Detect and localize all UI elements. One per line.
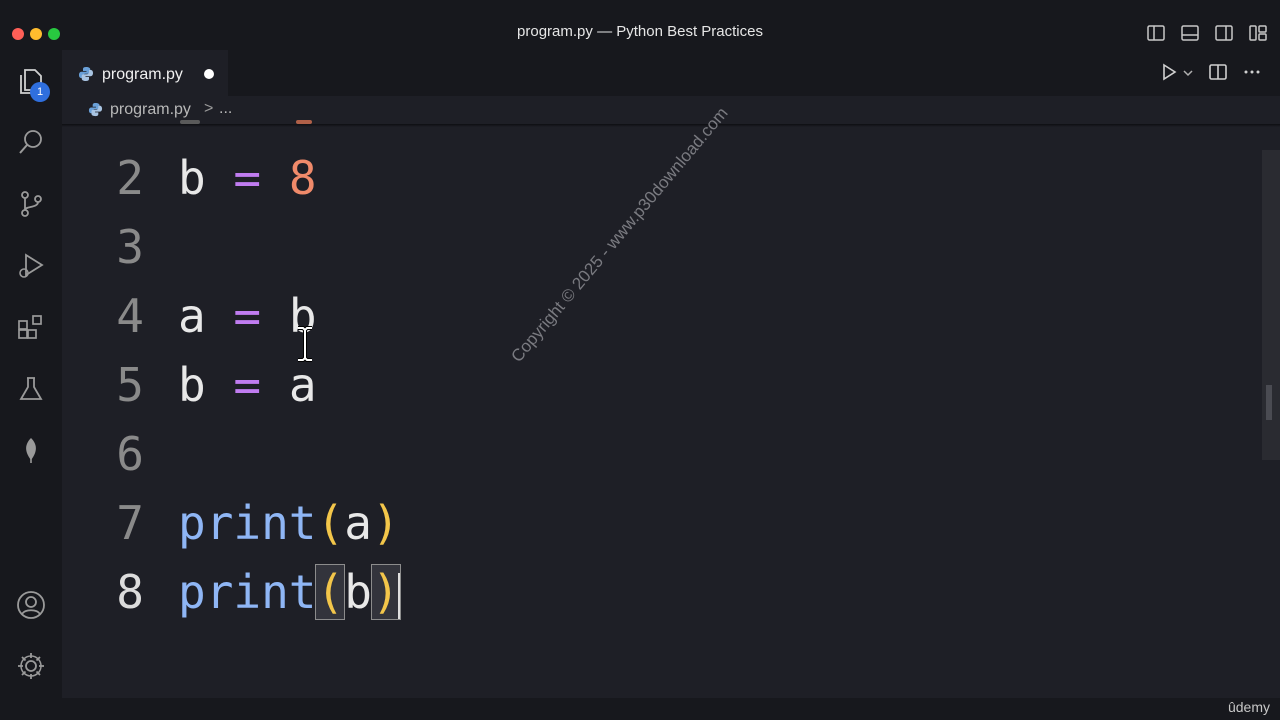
more-actions-icon[interactable] <box>1242 62 1262 87</box>
unsaved-dot-icon[interactable] <box>204 69 214 79</box>
account-icon[interactable] <box>14 588 48 622</box>
activity-bar <box>0 50 62 700</box>
line-number: 7 <box>116 496 144 550</box>
python-file-icon <box>78 66 94 87</box>
run-python-file-icon[interactable] <box>1160 63 1178 86</box>
run-debug-icon[interactable] <box>14 248 48 282</box>
leaf-icon[interactable] <box>14 433 48 467</box>
code-token: print <box>178 565 317 619</box>
code-token: 8 <box>288 151 317 205</box>
line-number: 5 <box>116 358 144 412</box>
code-line[interactable]: 5b = a <box>62 357 1262 413</box>
customize-layout-icon[interactable] <box>1248 23 1268 43</box>
code-token: print <box>178 496 317 550</box>
search-icon[interactable] <box>14 125 48 159</box>
split-editor-icon[interactable] <box>1208 62 1228 87</box>
breadcrumb-file[interactable]: program.py <box>110 101 191 119</box>
code-token: ( <box>315 564 346 620</box>
code-token: b <box>178 151 206 205</box>
run-dropdown-chevron-icon[interactable] <box>1182 66 1194 84</box>
code-text[interactable]: b = 8 <box>178 150 317 206</box>
scrolled-number-fragment <box>296 118 316 126</box>
tab-program-py[interactable]: program.py <box>62 50 228 97</box>
code-token: ( <box>316 496 345 550</box>
code-line[interactable]: 8 print(b) <box>62 564 1262 620</box>
tab-strip: program.py <box>62 50 1280 97</box>
scrolled-line-fragment <box>180 118 210 126</box>
status-bar: ûdemy <box>0 698 1280 720</box>
testing-icon[interactable] <box>14 372 48 406</box>
code-editor[interactable]: 2b = 834a = b5b = a 6 7 print(a) 8 print(b) <box>62 124 1262 698</box>
chevron-right-icon: > <box>204 100 214 117</box>
code-line[interactable]: 6 <box>62 426 1262 482</box>
code-token: = <box>233 151 262 205</box>
code-token: b <box>178 358 206 412</box>
line-number: 2 <box>116 151 144 205</box>
code-text[interactable]: print(b) <box>178 564 401 620</box>
scroll-shadow <box>62 124 1280 127</box>
code-text[interactable]: print(a) <box>178 495 400 551</box>
code-token: = <box>233 289 262 343</box>
code-line[interactable]: 3 <box>62 219 1262 275</box>
udemy-logo: ûdemy <box>1227 699 1270 715</box>
extensions-icon[interactable] <box>14 310 48 344</box>
breadcrumb-more[interactable]: ... <box>219 100 232 118</box>
window-title: program.py — Python Best Practices <box>517 23 763 40</box>
code-token: a <box>178 289 206 343</box>
code-token: ) <box>371 496 400 550</box>
text-caret <box>397 572 400 619</box>
tab-label: program.py <box>102 66 183 83</box>
settings-gear-icon[interactable] <box>14 649 48 683</box>
explorer-badge: 1 <box>30 82 50 102</box>
code-token: b <box>344 565 372 619</box>
code-token: ) <box>370 564 401 620</box>
code-line[interactable]: 7 print(a) <box>62 495 1262 551</box>
toggle-secondary-sidebar-icon[interactable] <box>1214 23 1234 43</box>
breadcrumb: program.py > ... <box>62 96 1280 124</box>
line-number: 8 <box>116 565 144 619</box>
line-number: 6 <box>116 427 144 481</box>
toggle-panel-icon[interactable] <box>1180 23 1200 43</box>
layout-controls <box>1146 23 1268 43</box>
python-file-icon <box>88 102 103 122</box>
toggle-primary-sidebar-icon[interactable] <box>1146 23 1166 43</box>
scrollbar-thumb[interactable] <box>1266 385 1272 420</box>
source-control-icon[interactable] <box>14 187 48 221</box>
code-line[interactable]: 4a = b <box>62 288 1262 344</box>
line-number: 3 <box>116 220 144 274</box>
editor-actions <box>1160 62 1262 87</box>
code-token: a <box>344 496 372 550</box>
line-number: 4 <box>116 289 144 343</box>
text-cursor-icon <box>294 326 316 367</box>
code-token: = <box>233 358 262 412</box>
